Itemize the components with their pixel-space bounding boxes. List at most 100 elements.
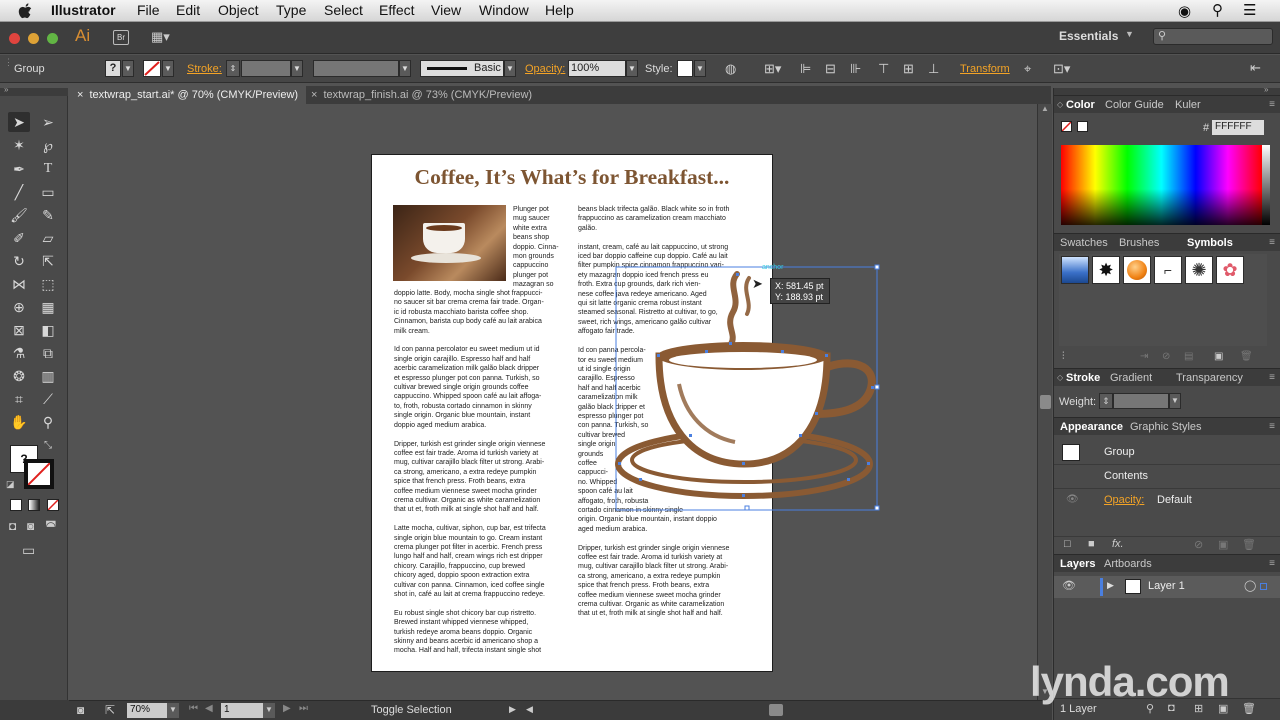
tab-transparency[interactable]: Transparency <box>1176 369 1243 387</box>
magic-wand-tool-icon[interactable]: ✶ <box>8 135 30 155</box>
opacity-link[interactable]: Opacity: <box>1104 494 1144 506</box>
screen-mode-icon[interactable]: ▭ <box>22 542 35 559</box>
stroke-weight-input[interactable] <box>1113 393 1169 409</box>
panel-toggle-icon[interactable]: ◇ <box>1057 96 1063 114</box>
eyedropper-tool-icon[interactable]: ⚗ <box>8 343 30 363</box>
new-symbol-icon[interactable]: ▣ <box>1214 351 1223 362</box>
symbol-libraries-icon[interactable]: ⫶ <box>1062 351 1065 362</box>
symbol-sprayer-tool-icon[interactable]: ❂ <box>8 366 30 386</box>
tab-color-guide[interactable]: Color Guide <box>1105 96 1164 114</box>
align-bottom-icon[interactable]: ⊥ <box>928 61 939 77</box>
profile-dropdown[interactable]: ▼ <box>399 60 411 77</box>
type-tool-icon[interactable]: T <box>37 159 59 179</box>
width-tool-icon[interactable]: ⋈ <box>8 274 30 294</box>
tab-textwrap-finish[interactable]: × textwrap_finish.ai @ 73% (CMYK/Preview) <box>303 86 540 104</box>
zoom-window-button[interactable] <box>47 33 58 44</box>
swap-fill-stroke-icon[interactable]: ⤡ <box>44 440 52 451</box>
rectangle-tool-icon[interactable]: ▭ <box>37 182 59 202</box>
stroke-dropdown[interactable]: ▼ <box>162 60 174 77</box>
coffee-photo[interactable] <box>393 205 506 281</box>
arrange-documents-icon[interactable]: ▦▾ <box>151 29 170 45</box>
recolor-artwork-icon[interactable]: ◍ <box>725 61 736 77</box>
vertical-scrollbar[interactable]: ▲ ▼ <box>1037 104 1052 700</box>
next-artboard-icon[interactable]: ▶ <box>283 703 291 714</box>
lasso-tool-icon[interactable]: ℘ <box>37 135 59 155</box>
paintbrush-tool-icon[interactable]: 🖌 <box>8 205 30 225</box>
tab-swatches[interactable]: Swatches <box>1060 234 1108 252</box>
minimize-window-button[interactable] <box>28 33 39 44</box>
shape-builder-tool-icon[interactable]: ⊕ <box>8 297 30 317</box>
camera-icon[interactable]: ◙ <box>77 703 84 717</box>
opacity-dropdown[interactable]: ▼ <box>626 60 638 77</box>
layer-visibility-icon[interactable]: 👁 <box>1062 579 1076 592</box>
close-window-button[interactable] <box>9 33 20 44</box>
none-color-swatch[interactable] <box>1061 121 1072 132</box>
align-vertical-center-icon[interactable]: ⊞ <box>903 61 914 77</box>
tab-gradient[interactable]: Gradient <box>1110 369 1152 387</box>
layer-selection-indicator[interactable] <box>1260 583 1267 590</box>
time-machine-icon[interactable]: ◉ <box>1178 2 1191 20</box>
bridge-button[interactable]: Br <box>113 30 129 45</box>
perspective-grid-tool-icon[interactable]: ▦ <box>37 297 59 317</box>
align-right-icon[interactable]: ⊪ <box>850 61 861 77</box>
menu-edit[interactable]: Edit <box>176 2 200 18</box>
collapse-dock-icon[interactable]: » <box>1264 85 1268 94</box>
pencil-tool-icon[interactable]: ✎ <box>37 205 59 225</box>
align-top-icon[interactable]: ⊤ <box>878 61 889 77</box>
control-panel-menu-icon[interactable]: ⇤ <box>1250 60 1261 76</box>
symbol-ribbon[interactable]: ⌐ <box>1154 256 1182 284</box>
panel-toggle-icon[interactable]: ◇ <box>1057 369 1063 387</box>
close-tab-icon[interactable]: × <box>311 89 317 101</box>
color-mode-button[interactable] <box>10 499 22 511</box>
symbol-ring[interactable]: ✺ <box>1185 256 1213 284</box>
menu-view[interactable]: View <box>431 2 461 18</box>
grayscale-ramp[interactable] <box>1262 145 1270 225</box>
menu-select[interactable]: Select <box>324 2 363 18</box>
brush-dropdown[interactable]: ▼ <box>504 60 516 77</box>
status-menu-icon[interactable]: ▶ <box>509 704 516 715</box>
align-to-icon[interactable]: ⊞▾ <box>764 61 781 77</box>
graphic-style-dropdown[interactable]: ▼ <box>694 60 706 77</box>
last-artboard-icon[interactable]: ⏭ <box>299 703 308 714</box>
stroke-weight-dropdown[interactable]: ▼ <box>1169 393 1181 409</box>
column-graph-tool-icon[interactable]: ▥ <box>37 366 59 386</box>
delete-layer-icon[interactable]: 🗑 <box>1242 702 1256 715</box>
layer-row[interactable]: 👁 ▶ Layer 1 ◯ <box>1054 576 1280 598</box>
default-colors-icon[interactable]: ◪ <box>6 479 15 490</box>
fill-swatch[interactable]: ? <box>105 60 121 77</box>
rotate-tool-icon[interactable]: ↻ <box>8 251 30 271</box>
add-stroke-icon[interactable]: □ <box>1064 538 1071 550</box>
line-segment-tool-icon[interactable]: ╱ <box>8 182 30 202</box>
align-center-icon[interactable]: ⊟ <box>825 61 836 77</box>
tab-textwrap-start[interactable]: × textwrap_start.ai* @ 70% (CMYK/Preview) <box>69 86 307 104</box>
symbol-splatter[interactable]: ✸ <box>1092 256 1120 284</box>
brush-definition[interactable]: Basic <box>420 60 504 77</box>
menu-window[interactable]: Window <box>479 2 529 18</box>
stroke-weight-stepper[interactable]: ⇕ <box>1099 393 1113 409</box>
stroke-weight-stepper[interactable]: ⇕ <box>226 60 240 77</box>
free-transform-tool-icon[interactable]: ⬚ <box>37 274 59 294</box>
stroke-label[interactable]: Stroke: <box>187 63 222 75</box>
symbol-flower[interactable]: ✿ <box>1216 256 1244 284</box>
canvas[interactable]: Coffee, It’s What’s for Breakfast... Plu… <box>69 104 1037 700</box>
scroll-up-icon[interactable]: ▲ <box>1041 104 1049 113</box>
stroke-swatch[interactable] <box>143 60 161 77</box>
appearance-object-row[interactable]: Group <box>1054 441 1280 465</box>
collapse-icon[interactable]: » <box>4 85 8 94</box>
panel-menu-icon[interactable]: ≡ <box>1269 372 1275 383</box>
white-swatch[interactable] <box>1077 121 1088 132</box>
scale-tool-icon[interactable]: ⇱ <box>37 251 59 271</box>
envelope-options-icon[interactable]: ⊡▾ <box>1053 61 1070 77</box>
menu-type[interactable]: Type <box>276 2 306 18</box>
workspace-switcher[interactable]: Essentials <box>1059 29 1118 43</box>
artboard-dropdown[interactable]: ▼ <box>263 703 275 718</box>
scroll-left-icon[interactable]: ◀ <box>526 704 533 715</box>
mesh-tool-icon[interactable]: ⊠ <box>8 320 30 340</box>
fill-dropdown[interactable]: ▼ <box>122 60 134 77</box>
pen-tool-icon[interactable]: ✒ <box>8 159 30 179</box>
notification-list-icon[interactable]: ☰ <box>1243 1 1256 19</box>
export-icon[interactable]: ⇱ <box>105 703 115 717</box>
hand-tool-icon[interactable]: ✋ <box>8 412 30 432</box>
direct-selection-tool-icon[interactable]: ➢ <box>37 112 59 132</box>
draw-behind-icon[interactable]: ◙ <box>27 519 34 533</box>
